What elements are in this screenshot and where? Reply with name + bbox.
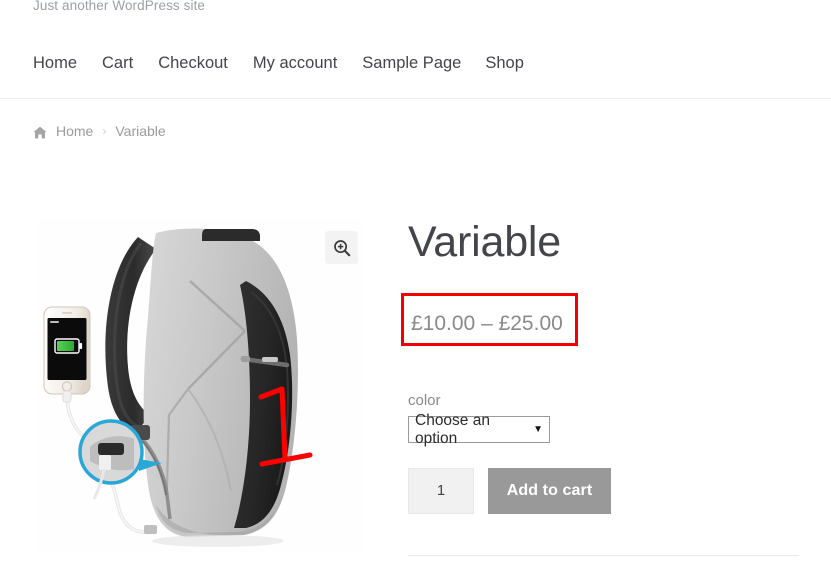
home-icon (33, 126, 47, 139)
quantity-input[interactable]: 1 (408, 468, 474, 514)
section-divider (408, 555, 799, 556)
product-image[interactable] (38, 219, 362, 553)
primary-navigation: Home Cart Checkout My account Sample Pag… (33, 48, 549, 78)
breadcrumb-home-link[interactable]: Home (56, 123, 93, 139)
product-summary: Variable £10.00 – £25.00 color Choose an… (401, 218, 808, 514)
add-to-cart-form: 1 Add to cart (408, 468, 611, 514)
page-title: Variable (408, 218, 561, 266)
magnifier-plus-icon[interactable] (325, 231, 358, 264)
breadcrumb-current: Variable (115, 123, 166, 139)
breadcrumb: Home › Variable (33, 123, 166, 139)
product-price: £10.00 – £25.00 (411, 312, 563, 335)
attribute-label-color: color (408, 392, 441, 409)
chevron-right-icon: › (102, 124, 107, 138)
nav-item-my-account[interactable]: My account (253, 48, 362, 78)
nav-item-checkout[interactable]: Checkout (158, 48, 253, 78)
nav-item-sample-page[interactable]: Sample Page (362, 48, 485, 78)
attribute-select-color[interactable]: Choose an option ▼ (408, 412, 550, 447)
site-header: Just another WordPress site Home Cart Ch… (0, 0, 831, 99)
variation-form: color Choose an option ▼ (408, 391, 808, 447)
product-gallery[interactable] (38, 219, 362, 553)
nav-item-shop[interactable]: Shop (485, 48, 549, 78)
nav-item-cart[interactable]: Cart (102, 48, 158, 78)
chevron-down-icon: ▼ (533, 424, 543, 435)
site-tagline: Just another WordPress site (33, 0, 206, 13)
nav-item-home[interactable]: Home (33, 48, 102, 78)
add-to-cart-button[interactable]: Add to cart (488, 468, 611, 514)
attribute-selected-value: Choose an option (415, 411, 490, 447)
